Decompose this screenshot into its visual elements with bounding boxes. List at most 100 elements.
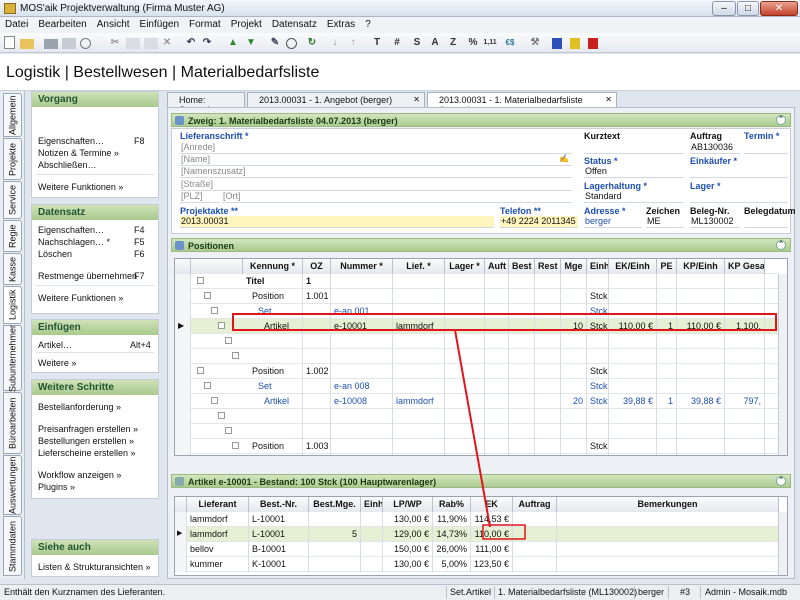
a-button[interactable]: A	[428, 36, 442, 50]
sum-button[interactable]: S	[410, 36, 424, 50]
vtab-subunternehmer[interactable]: Subunternehmer	[3, 324, 22, 392]
tree-node-icon[interactable]	[218, 322, 225, 329]
cut-icon[interactable]: ✂	[108, 36, 122, 50]
column-header[interactable]: OZ	[303, 259, 331, 274]
z-button[interactable]: Z	[446, 36, 460, 50]
vtab-bueroarbeiten[interactable]: Büroarbeiten	[3, 392, 22, 454]
table-row[interactable]: Position 1.002 Stck	[175, 364, 779, 379]
tree-node-icon[interactable]	[232, 352, 239, 359]
tree-node-icon[interactable]	[204, 292, 211, 299]
menu-format[interactable]: Format	[184, 17, 226, 30]
tab-close-icon[interactable]: ✕	[605, 95, 612, 104]
field-kurztext[interactable]	[584, 142, 684, 154]
column-header[interactable]: Best.-Nr.	[249, 497, 309, 512]
column-header[interactable]: Mge	[561, 259, 587, 274]
delete-icon[interactable]: ✕	[160, 36, 174, 50]
column-header[interactable]: Lieferant	[187, 497, 249, 512]
column-header[interactable]: Nummer *	[331, 259, 393, 274]
lookup-icon[interactable]: ✍	[559, 154, 569, 163]
column-header[interactable]: Lief. *	[393, 259, 445, 274]
column-header[interactable]: Rest	[535, 259, 561, 274]
column-header[interactable]: Lager *	[445, 259, 485, 274]
tools-icon[interactable]: ⚒	[528, 36, 542, 50]
field-zeichen[interactable]: ME	[646, 216, 684, 228]
tree-node-icon[interactable]	[197, 367, 204, 374]
maximize-button[interactable]: □	[737, 1, 759, 16]
menu-einfuegen[interactable]: Einfügen	[135, 17, 184, 30]
tree-node-icon[interactable]	[211, 397, 218, 404]
print-icon[interactable]	[44, 39, 58, 49]
action-abschliessen[interactable]: Abschließen…	[38, 160, 97, 170]
action-listen-strukturansichten[interactable]: Listen & Strukturansichten »	[38, 562, 151, 572]
vtab-allgemein[interactable]: Allgemein	[3, 93, 22, 137]
close-button[interactable]: ✕	[760, 1, 798, 16]
column-header[interactable]: KP Gesa	[725, 259, 765, 274]
table-row[interactable]: lammdorf L-10001 130,00 €11,90% 114,53 €	[175, 512, 779, 527]
column-header[interactable]: Einh	[587, 259, 609, 274]
vtab-service[interactable]: Service	[3, 181, 22, 219]
column-header[interactable]	[191, 259, 243, 274]
action-weitere-funktionen[interactable]: Weitere Funktionen »	[38, 182, 123, 192]
table-row[interactable]: ▶ Artikel e-10001 lammdorf 10 Stck 110,00 €1 11…	[175, 319, 779, 334]
vtab-projekte[interactable]: Projekte	[3, 138, 22, 180]
action-artikel[interactable]: Artikel… Alt+4	[38, 340, 151, 350]
paste-icon[interactable]	[144, 38, 158, 49]
field-anrede[interactable]: [Anrede]	[180, 142, 572, 154]
column-header[interactable]: Bemerkungen	[557, 497, 779, 512]
lock-blue-icon[interactable]	[552, 38, 562, 49]
action-bestellungen[interactable]: Bestellungen erstellen »	[38, 436, 134, 446]
tab-close-icon[interactable]: ✕	[413, 95, 420, 104]
field-auftrag[interactable]: AB130036	[690, 142, 740, 154]
field-ort[interactable]: [Ort]	[222, 191, 572, 203]
lock-red-icon[interactable]	[588, 38, 598, 49]
column-header[interactable]: Rab%	[433, 497, 471, 512]
action-workflow[interactable]: Workflow anzeigen »	[38, 470, 121, 480]
table-row[interactable]: kummer K-10001 130,00 €5,00% 123,50 €	[175, 557, 779, 572]
column-header[interactable]: Auft	[485, 259, 509, 274]
field-status[interactable]: Offen	[584, 166, 684, 178]
print-preview-icon[interactable]	[62, 38, 76, 49]
menu-help[interactable]: ?	[360, 17, 376, 30]
field-adresse[interactable]: berger	[584, 216, 642, 228]
percent-button[interactable]: %	[466, 36, 480, 50]
field-lager[interactable]	[690, 191, 788, 203]
table-row[interactable]	[175, 409, 779, 424]
menu-datensatz[interactable]: Datensatz	[267, 17, 322, 30]
vtab-logistik[interactable]: Logistik	[3, 286, 22, 324]
table-row[interactable]: Set e-an 001 Stck	[175, 304, 779, 319]
currency-button[interactable]: €$	[502, 36, 518, 50]
collapse-icon[interactable]: ⌃	[776, 240, 786, 250]
artikel-scrollbar[interactable]	[778, 512, 787, 575]
tree-node-icon[interactable]	[218, 412, 225, 419]
open-icon[interactable]	[20, 39, 34, 49]
action-notizen-termine[interactable]: Notizen & Termine »	[38, 148, 119, 158]
menu-ansicht[interactable]: Ansicht	[92, 17, 135, 30]
menu-projekt[interactable]: Projekt	[226, 17, 267, 30]
table-row[interactable]: Position 1.001 Stck	[175, 289, 779, 304]
tab-materialbedarfsliste[interactable]: 2013.00031 - 1. Materialbedarfsliste (be…	[427, 92, 617, 115]
column-header[interactable]: Kennung *	[243, 259, 303, 274]
vtab-kasse[interactable]: Kasse	[3, 253, 22, 285]
move-up-icon[interactable]: ▲	[226, 36, 240, 50]
action-weitere-funktionen-ds[interactable]: Weitere Funktionen »	[38, 293, 123, 303]
find-icon[interactable]	[80, 38, 91, 49]
copy-icon[interactable]	[126, 38, 140, 49]
collapse-icon[interactable]: ⌃	[776, 115, 786, 125]
new-icon[interactable]	[4, 36, 15, 49]
column-header[interactable]: PE	[657, 259, 677, 274]
tree-node-icon[interactable]	[225, 427, 232, 434]
refresh-icon[interactable]: ↻	[305, 36, 319, 50]
tree-node-icon[interactable]	[197, 277, 204, 284]
tree-node-icon[interactable]	[204, 382, 211, 389]
table-row[interactable]: bellov B-10001 150,00 €26,00% 111,00 €	[175, 542, 779, 557]
column-header[interactable]: Auftrag	[513, 497, 557, 512]
number-format-button[interactable]: #	[390, 36, 404, 50]
field-strasse[interactable]: [Straße]	[180, 179, 572, 191]
menu-extras[interactable]: Extras	[322, 17, 360, 30]
column-header[interactable]: Einh	[361, 497, 383, 512]
redo-icon[interactable]: ↷	[200, 36, 214, 50]
lock-yellow-icon[interactable]	[570, 38, 580, 49]
minimize-button[interactable]: –	[712, 1, 736, 16]
action-eigenschaften[interactable]: Eigenschaften… F8	[38, 136, 145, 146]
sort-desc-icon[interactable]: ↑	[346, 36, 360, 50]
